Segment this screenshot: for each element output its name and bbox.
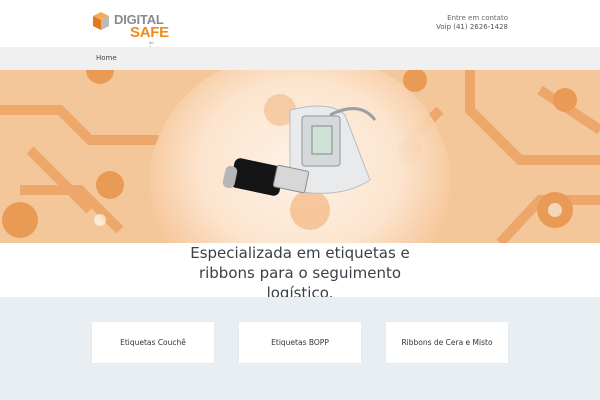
hero-image [0,70,600,243]
card-etiquetas-bopp[interactable]: Etiquetas BOPP [239,322,361,363]
card-label: Ribbons de Cera e Misto [401,338,493,347]
products-section: Etiquetas Couchê Etiquetas BOPP Ribbons … [0,297,600,400]
logo[interactable]: DIGITAL SAFE do Brasil [92,10,169,50]
nav-home-link[interactable]: Home [96,54,117,62]
contact-phone: Voip (41) 2626-1428 [436,23,508,31]
logo-word-safe: SAFE [130,24,169,41]
card-ribbons[interactable]: Ribbons de Cera e Misto [386,322,508,363]
card-label: Etiquetas BOPP [271,338,329,347]
contact-info: Entre em contato Voip (41) 2626-1428 [436,14,508,32]
hero-banner [0,70,600,243]
card-etiquetas-couche[interactable]: Etiquetas Couchê [92,322,214,363]
contact-line-1: Entre em contato [447,14,508,22]
cube-logo-icon [93,12,109,30]
tagline-line-2: ribbons para o seguimento [198,264,402,282]
tagline-line-1: Especializada em etiquetas e [190,244,410,262]
tagline: Especializada em etiquetas e ribbons par… [150,243,450,303]
header: DIGITAL SAFE do Brasil Entre em contato … [0,0,600,50]
navigation-bar: Home [0,47,600,70]
card-label: Etiquetas Couchê [120,338,186,347]
